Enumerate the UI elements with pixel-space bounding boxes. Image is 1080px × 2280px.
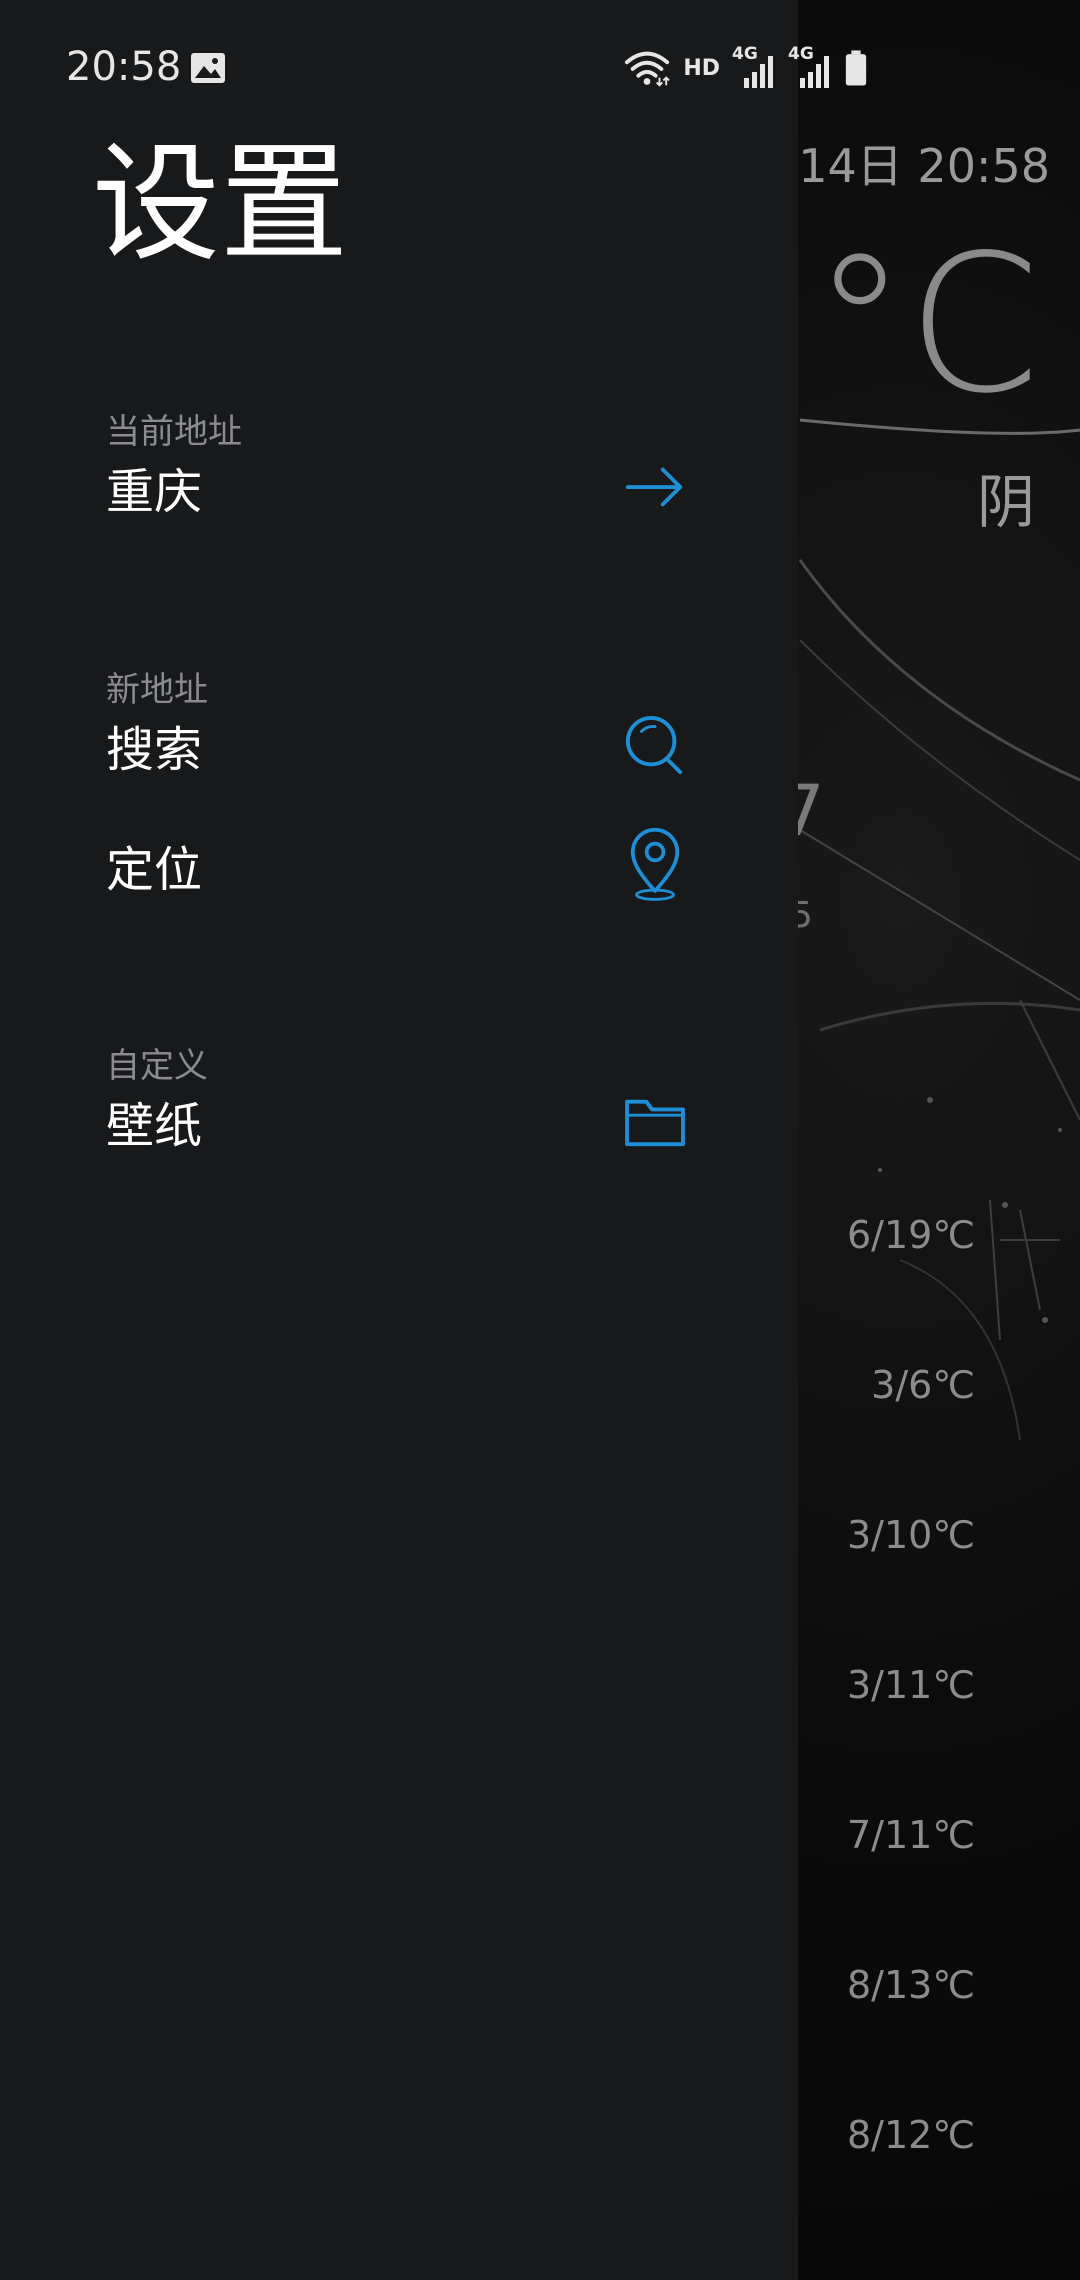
locate-label: 定位 bbox=[106, 842, 203, 898]
forecast-temp-range: 8/12℃ bbox=[846, 2113, 975, 2157]
wallpaper-row[interactable]: 壁纸 bbox=[0, 1066, 798, 1176]
status-bar: 20:58 HD 4G 4G bbox=[0, 0, 1080, 140]
folder-icon[interactable] bbox=[620, 1081, 690, 1161]
search-icon[interactable] bbox=[620, 705, 690, 785]
battery-icon bbox=[845, 50, 867, 86]
forecast-temp-range: 8/13℃ bbox=[846, 1963, 975, 2007]
settings-drawer: 设置 当前地址 重庆 新地址 搜索 定位 自定义 壁纸 bbox=[0, 0, 798, 2280]
signal-strength-sim1: 4G bbox=[732, 44, 776, 88]
signal-strength-sim2: 4G bbox=[788, 44, 832, 88]
locate-row[interactable]: 定位 bbox=[0, 810, 798, 920]
search-row[interactable]: 搜索 bbox=[0, 690, 798, 800]
drawer-title: 设置 bbox=[92, 130, 349, 279]
forecast-temp-range: 3/6℃ bbox=[871, 1363, 975, 1407]
arrow-right-icon[interactable] bbox=[620, 447, 690, 527]
forecast-temp-range: 7/11℃ bbox=[846, 1813, 975, 1857]
wifi-icon bbox=[625, 51, 671, 87]
hd-voice-badge: HD bbox=[683, 55, 720, 81]
current-city-label: 重庆 bbox=[106, 464, 203, 520]
signal-bars-icon bbox=[800, 56, 829, 88]
forecast-list: 6/19℃ 3/6℃ 3/10℃ 3/11℃ 7/11℃ 8/13℃ 8/12℃ bbox=[775, 1205, 975, 2255]
location-pin-icon[interactable] bbox=[620, 825, 690, 905]
forecast-temp-range: 3/10℃ bbox=[846, 1513, 975, 1557]
status-time: 20:58 bbox=[66, 44, 182, 90]
forecast-temp-range: 3/11℃ bbox=[846, 1663, 975, 1707]
forecast-temp-range: 6/19℃ bbox=[846, 1213, 975, 1257]
search-label: 搜索 bbox=[106, 722, 203, 778]
background-condition: 阴 bbox=[976, 468, 1035, 536]
status-icons: HD 4G 4G bbox=[623, 44, 868, 90]
current-city-row[interactable]: 重庆 bbox=[0, 432, 798, 542]
wallpaper-label: 壁纸 bbox=[106, 1098, 203, 1154]
gallery-icon bbox=[191, 53, 225, 83]
signal-bars-icon bbox=[744, 56, 773, 88]
screen: 月14日 20:58 6°C 阴 7 5 6/19℃ 3/6℃ 3/10℃ 3/… bbox=[0, 0, 1080, 2280]
